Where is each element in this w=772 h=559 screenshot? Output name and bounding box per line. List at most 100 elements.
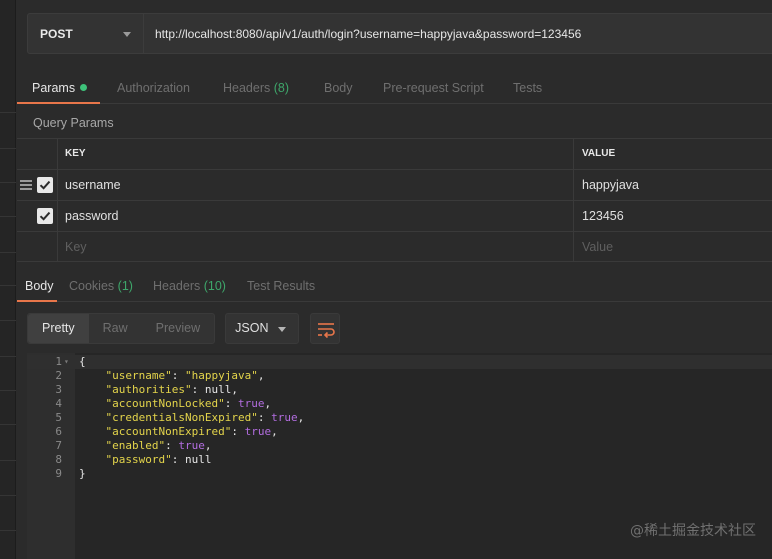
tab-pre-request-script-label: Pre-request Script xyxy=(383,81,484,95)
json-value: true xyxy=(178,439,205,452)
fold-toggle-icon[interactable]: ▾ xyxy=(64,355,69,369)
json-value: "happyjava" xyxy=(184,369,258,382)
json-key: "accountNonLocked" xyxy=(105,397,225,410)
active-tab-underline xyxy=(17,102,100,104)
json-key: "password" xyxy=(105,453,172,466)
row-check-cell xyxy=(17,170,58,200)
checkmark-icon xyxy=(39,180,51,190)
param-key-cell[interactable]: password xyxy=(58,201,574,231)
tab-response-headers-label: Headers xyxy=(153,279,201,293)
code-line: 5 "credentialsNonExpired": true, xyxy=(27,411,772,425)
table-row: password 123456 xyxy=(17,200,772,231)
line-number: 8 xyxy=(55,453,62,466)
params-indicator-dot xyxy=(80,84,88,91)
row-checkbox[interactable] xyxy=(37,177,53,193)
json-comma: , xyxy=(264,397,272,410)
line-number: 7 xyxy=(55,439,62,452)
code-line: 2 "username": "happyjava", xyxy=(27,369,772,383)
tab-pre-request-script[interactable]: Pre-request Script xyxy=(383,66,484,104)
line-number: 9 xyxy=(55,467,62,480)
tab-headers-label: Headers xyxy=(223,81,271,95)
active-response-tab-underline xyxy=(17,300,57,302)
header-check-cell xyxy=(17,139,58,169)
format-pretty-button[interactable]: Pretty xyxy=(28,314,89,343)
json-field: "accountNonLocked": true, xyxy=(105,397,272,410)
json-field: "enabled": true, xyxy=(105,439,212,452)
line-number: 1 xyxy=(55,355,62,368)
tab-headers[interactable]: Headers (8) xyxy=(223,66,289,104)
json-open-brace: { xyxy=(79,355,86,368)
language-select-value: JSON xyxy=(235,321,269,335)
json-field: "authorities": null, xyxy=(105,383,238,396)
request-bar: POST http://localhost:8080/api/v1/auth/l… xyxy=(27,13,772,54)
format-raw-button[interactable]: Raw xyxy=(89,314,142,343)
drag-handle-icon[interactable] xyxy=(20,180,32,192)
json-field: "credentialsNonExpired": true, xyxy=(105,411,305,424)
code-line: 8 "password": null xyxy=(27,453,772,467)
json-value: true xyxy=(271,411,298,424)
json-value: true xyxy=(244,425,272,438)
tab-tests[interactable]: Tests xyxy=(513,66,542,104)
params-table: KEY VALUE username happyjava password 12… xyxy=(17,138,772,262)
tab-authorization-label: Authorization xyxy=(117,81,190,95)
code-line: 1 ▾ { xyxy=(27,355,772,369)
tab-test-results[interactable]: Test Results xyxy=(247,264,315,302)
tab-cookies-label: Cookies xyxy=(69,279,115,293)
table-row-new: Key Value xyxy=(17,231,772,262)
tab-response-body-label: Body xyxy=(25,279,54,293)
query-params-label: Query Params xyxy=(33,116,114,130)
json-key: "credentialsNonExpired" xyxy=(105,411,258,424)
row-check-cell xyxy=(17,201,58,231)
json-value: null xyxy=(184,453,212,466)
json-key: "authorities" xyxy=(105,383,192,396)
format-preview-button[interactable]: Preview xyxy=(142,314,214,343)
row-checkbox[interactable] xyxy=(37,208,53,224)
tab-params-label: Params xyxy=(32,81,76,95)
code-line: 3 "authorities": null, xyxy=(27,383,772,397)
format-toggle: Pretty Raw Preview xyxy=(27,313,216,344)
json-field: "password": null xyxy=(105,453,212,466)
code-line: 9} xyxy=(27,467,772,481)
json-value: true xyxy=(237,397,265,410)
new-key-input[interactable]: Key xyxy=(58,232,574,262)
json-close-brace: } xyxy=(79,467,86,480)
url-input[interactable]: http://localhost:8080/api/v1/auth/login?… xyxy=(144,13,772,54)
tab-response-headers-count: (10) xyxy=(203,279,226,293)
line-number: 5 xyxy=(55,411,62,424)
param-key-cell[interactable]: username xyxy=(58,170,574,200)
tab-response-headers[interactable]: Headers (10) xyxy=(153,264,226,302)
tab-test-results-label: Test Results xyxy=(247,279,316,293)
column-header-key: KEY xyxy=(58,139,574,169)
tab-tests-label: Tests xyxy=(513,81,543,95)
request-tabs: Params Authorization Headers (8) Body Pr… xyxy=(17,66,772,104)
chevron-down-icon xyxy=(278,327,287,332)
watermark-text: @稀土掘金技术社区 xyxy=(630,523,756,539)
tab-body[interactable]: Body xyxy=(324,66,353,104)
method-label: POST xyxy=(40,26,73,41)
tab-cookies[interactable]: Cookies (1) xyxy=(69,264,133,302)
json-key: "enabled" xyxy=(105,439,166,452)
response-toolbar: Pretty Raw Preview JSON xyxy=(27,313,341,344)
json-key: "username" xyxy=(105,369,172,382)
json-value: null xyxy=(204,383,232,396)
response-tabs: Body Cookies (1) Headers (10) Test Resul… xyxy=(17,264,772,302)
line-number: 2 xyxy=(55,369,62,382)
code-line: 7 "enabled": true, xyxy=(27,439,772,453)
json-key: "accountNonExpired" xyxy=(105,425,232,438)
language-select[interactable]: JSON xyxy=(225,313,300,344)
tab-authorization[interactable]: Authorization xyxy=(117,66,190,104)
code-line: 6 "accountNonExpired": true, xyxy=(27,425,772,439)
method-select[interactable]: POST xyxy=(27,13,144,54)
json-field: "accountNonExpired": true, xyxy=(105,425,278,438)
json-comma: , xyxy=(271,425,278,438)
wrap-lines-button[interactable] xyxy=(310,313,341,344)
param-value-cell[interactable]: 123456 xyxy=(575,201,772,231)
tab-response-body[interactable]: Body xyxy=(25,264,54,302)
tab-params[interactable]: Params xyxy=(32,66,88,104)
new-value-input[interactable]: Value xyxy=(575,232,772,262)
table-row: username happyjava xyxy=(17,169,772,200)
tab-cookies-count: (1) xyxy=(117,279,133,293)
line-number: 4 xyxy=(55,397,62,410)
row-check-cell xyxy=(17,232,58,262)
param-value-cell[interactable]: happyjava xyxy=(575,170,772,200)
